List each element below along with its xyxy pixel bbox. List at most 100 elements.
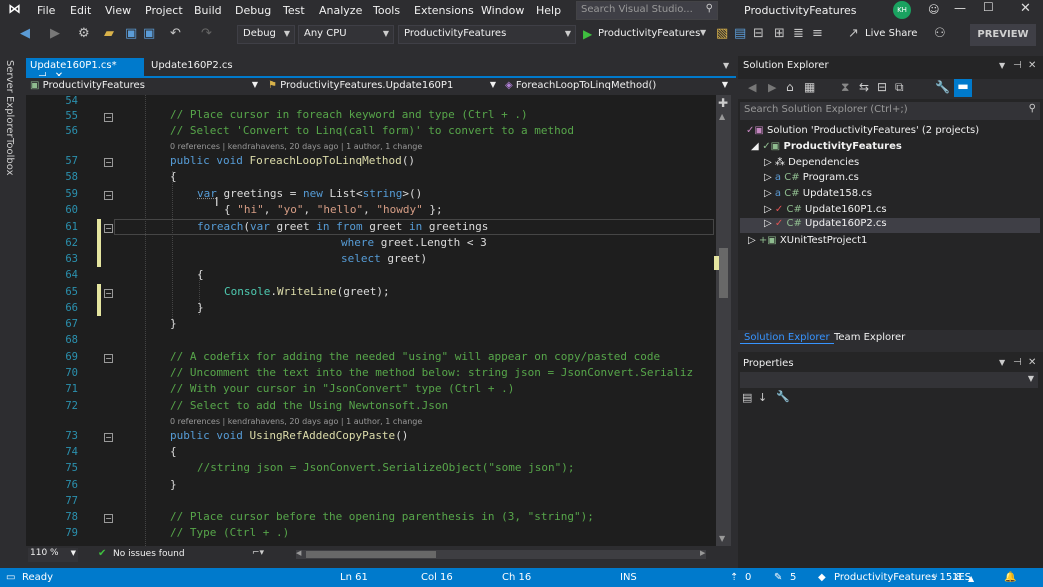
status-char[interactable]: Ch 16: [502, 572, 531, 583]
alphabetical-icon[interactable]: ↓: [758, 391, 767, 404]
forward-icon[interactable]: ▶: [768, 81, 776, 94]
repo-name[interactable]: ProductivityFeatures 15.8: [834, 572, 962, 583]
collapse-icon[interactable]: −: [104, 113, 113, 122]
switch-views-icon[interactable]: ▦: [804, 80, 815, 94]
live-share-icon[interactable]: ↗: [848, 26, 859, 41]
menu-extensions[interactable]: Extensions: [414, 4, 474, 17]
chevron-down-icon[interactable]: ▼: [700, 28, 706, 37]
feedback-icon[interactable]: ☺: [928, 3, 939, 16]
tree-item-file[interactable]: ▷ ✓ C# Update160P1.cs: [764, 204, 887, 215]
tab-solution-explorer[interactable]: Solution Explorer: [740, 332, 834, 344]
menu-test[interactable]: Test: [283, 4, 305, 17]
maximize-icon[interactable]: ☐: [983, 0, 994, 14]
config-dropdown[interactable]: Debug ▼: [237, 25, 295, 44]
scroll-left-icon[interactable]: ◀: [296, 549, 301, 557]
startup-project-dropdown[interactable]: ProductivityFeatures ▼: [398, 25, 576, 44]
pencil-icon[interactable]: ✎: [774, 572, 782, 583]
pending-changes-icon[interactable]: ⧗: [841, 80, 849, 95]
notification-bell-icon[interactable]: 🔔: [1004, 572, 1016, 583]
collapse-icon[interactable]: −: [104, 514, 113, 523]
tree-item-file[interactable]: ▷ a C# Update158.cs: [764, 188, 872, 199]
unpushed-count[interactable]: 0: [745, 572, 751, 583]
chevron-down-icon[interactable]: ▼: [999, 61, 1005, 70]
toolbar-icon-3[interactable]: ⊟: [753, 26, 764, 41]
tab-update160p2[interactable]: Update160P2.cs: [147, 58, 242, 76]
menu-build[interactable]: Build: [194, 4, 222, 17]
scroll-right-icon[interactable]: ▶: [700, 549, 705, 557]
codelens-info[interactable]: 0 references | kendrahavens, 20 days ago…: [170, 417, 422, 426]
collapse-icon[interactable]: −: [104, 158, 113, 167]
status-column[interactable]: Col 16: [421, 572, 453, 583]
status-line[interactable]: Ln 61: [340, 572, 368, 583]
toolbox-tab[interactable]: Toolbox: [4, 138, 15, 176]
menu-file[interactable]: File: [37, 4, 55, 17]
solution-search-input[interactable]: Search Solution Explorer (Ctrl+;) ⚲: [740, 102, 1040, 120]
tree-item-project[interactable]: ◢ ✓▣ ProductivityFeatures: [751, 141, 902, 152]
home-icon[interactable]: ⌂: [786, 80, 794, 94]
status-insert-mode[interactable]: INS: [620, 572, 637, 583]
save-all-icon[interactable]: ▣: [143, 26, 155, 41]
tree-item-file[interactable]: ▷ a C# Program.cs: [764, 172, 859, 183]
vertical-scrollbar[interactable]: [716, 95, 731, 546]
run-icon[interactable]: ▶: [583, 27, 592, 41]
run-button[interactable]: ProductivityFeatures: [598, 28, 700, 39]
collapse-icon[interactable]: −: [104, 433, 113, 442]
code-editor[interactable]: 54 55 56 57 58 59 60 61 62 63 64 65 66 6…: [26, 95, 716, 546]
back-icon[interactable]: ◀: [20, 26, 30, 41]
properties-icon[interactable]: 🔧: [935, 80, 950, 94]
chevron-down-icon[interactable]: ▼: [999, 358, 1005, 367]
changes-count[interactable]: 5: [790, 572, 796, 583]
split-editor-icon[interactable]: ✚: [718, 96, 728, 110]
pin-icon[interactable]: ⊣: [1013, 60, 1022, 71]
live-share-button[interactable]: Live Share: [865, 28, 917, 39]
menu-window[interactable]: Window: [481, 4, 524, 17]
scroll-up-icon[interactable]: ▲: [719, 112, 725, 121]
menu-view[interactable]: View: [105, 4, 131, 17]
collapse-all-icon[interactable]: ⊟: [877, 80, 887, 94]
pin-icon[interactable]: ⊣: [1013, 357, 1022, 368]
back-icon[interactable]: ◀: [748, 81, 756, 94]
server-explorer-tab[interactable]: Server Explorer: [4, 60, 15, 138]
zoom-dropdown[interactable]: 110 % ▼: [28, 548, 78, 562]
branch-icon[interactable]: ⑂: [932, 572, 938, 583]
account-icon[interactable]: ⚇: [934, 26, 946, 41]
codelens-info[interactable]: 0 references | kendrahavens, 20 days ago…: [170, 142, 422, 151]
undo-icon[interactable]: ↶: [170, 26, 181, 41]
open-folder-icon[interactable]: ▰: [104, 26, 114, 41]
menu-help[interactable]: Help: [536, 4, 561, 17]
horizontal-scroll-thumb[interactable]: [306, 551, 436, 558]
brush-icon[interactable]: ⌐▾: [252, 548, 264, 558]
redo-icon[interactable]: ↷: [201, 26, 212, 41]
menu-debug[interactable]: Debug: [235, 4, 271, 17]
preview-selected-icon[interactable]: ▬: [954, 79, 972, 97]
tree-item-file-selected[interactable]: ▷ ✓ C# Update160P2.cs: [740, 218, 1040, 233]
scroll-down-icon[interactable]: ▼: [719, 534, 725, 543]
collapse-icon[interactable]: −: [104, 224, 113, 233]
toolbar-icon-1[interactable]: ▧: [716, 26, 728, 41]
show-all-files-icon[interactable]: ⧉: [895, 80, 904, 95]
platform-dropdown[interactable]: Any CPU ▼: [298, 25, 394, 44]
chevron-up-icon[interactable]: ▲: [968, 574, 974, 583]
new-project-icon[interactable]: ⚙: [78, 26, 90, 41]
toolbar-icon-5[interactable]: ≣: [793, 26, 804, 41]
tree-item-test-project[interactable]: ▷ +▣ XUnitTestProject1: [748, 235, 867, 246]
project-nav-dropdown[interactable]: ▣ ProductivityFeatures ▼: [30, 80, 260, 95]
menu-project[interactable]: Project: [145, 4, 183, 17]
properties-object-dropdown[interactable]: ▼: [740, 372, 1038, 388]
close-icon[interactable]: ✕: [1020, 1, 1031, 16]
forward-icon[interactable]: ▶: [50, 26, 60, 41]
tree-item-solution[interactable]: ✓▣ Solution 'ProductivityFeatures' (2 pr…: [746, 125, 979, 136]
close-icon[interactable]: ✕: [1028, 357, 1036, 368]
member-nav-dropdown[interactable]: ◈ ForeachLoopToLinqMethod() ▼: [505, 80, 730, 95]
tab-team-explorer[interactable]: Team Explorer: [830, 332, 909, 343]
menu-edit[interactable]: Edit: [70, 4, 91, 17]
vertical-scroll-thumb[interactable]: [719, 248, 728, 298]
preview-badge[interactable]: PREVIEW: [970, 24, 1036, 46]
tree-item-dependencies[interactable]: ▷ ⁂ Dependencies: [764, 157, 859, 168]
tab-overflow-icon[interactable]: ▼: [723, 61, 729, 70]
wrench-icon[interactable]: 🔧: [776, 390, 790, 403]
avatar[interactable]: KH: [893, 1, 911, 19]
menu-tools[interactable]: Tools: [373, 4, 400, 17]
collapse-icon[interactable]: −: [104, 354, 113, 363]
tab-update160p1[interactable]: Update160P1.cs* ⊣✕: [26, 58, 144, 82]
